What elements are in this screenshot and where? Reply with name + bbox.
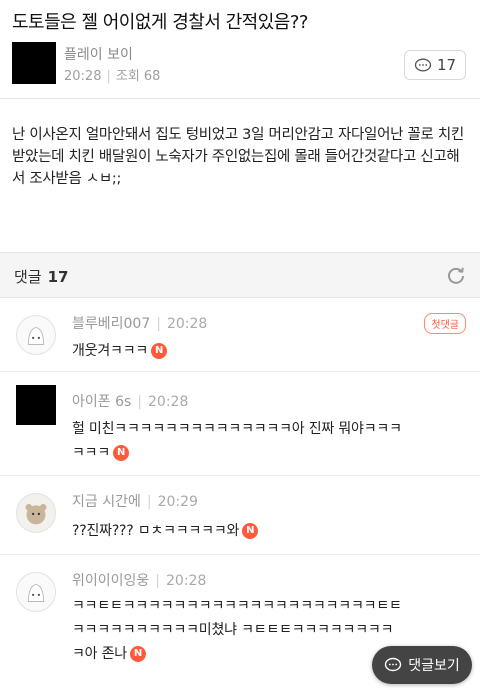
new-badge: N	[151, 343, 168, 359]
post-body: 난 이사온지 얼마안돼서 집도 텅비었고 3일 머리안감고 자다일어난 꼴로 치…	[12, 127, 464, 187]
commenter-avatar[interactable]	[16, 385, 56, 425]
comment-text: ??진짜??? ㅁㅊㅋㅋㅋㅋㅋ와 N	[72, 519, 472, 543]
comments-count: 17	[47, 268, 69, 286]
commenter-name[interactable]: 위이이이잉웅 | 20:28	[72, 570, 206, 590]
author-name[interactable]: 플레이 보이	[64, 44, 133, 64]
comments-header: 댓글 17	[0, 252, 480, 298]
first-comment-badge: 첫댓글	[424, 313, 466, 334]
author-avatar[interactable]	[12, 42, 56, 84]
commenter-avatar[interactable]	[16, 493, 56, 533]
commenter-name[interactable]: 아이폰 6s | 20:28	[72, 391, 188, 411]
comment-item: 아이폰 6s | 20:28 헐 미친ㅋㅋㅋㅋㅋㅋㅋㅋㅋㅋㅋㅋㅋㅋ아 진짜 뭐야ㅋㅋ…	[0, 373, 480, 476]
divider	[0, 98, 480, 99]
commenter-name[interactable]: 블루베리007 | 20:28	[72, 313, 207, 333]
comment-text: 개웃겨ㅋㅋㅋ N	[72, 339, 472, 363]
new-badge: N	[242, 523, 259, 539]
post-views: 조회 68	[115, 69, 161, 84]
new-badge: N	[129, 646, 146, 662]
comment-count: 17	[436, 56, 457, 74]
post-time: 20:28	[64, 69, 102, 84]
comments-header-label: 댓글 17	[14, 266, 68, 287]
commenter-avatar[interactable]	[16, 572, 56, 612]
author-block: 플레이 보이 20:28 | 조회 68 17	[12, 42, 468, 84]
comment-text: 헐 미친ㅋㅋㅋㅋㅋㅋㅋㅋㅋㅋㅋㅋㅋㅋ아 진짜 뭐야ㅋㅋㅋ ㅋㅋㅋ N	[72, 421, 402, 461]
comment-count-button[interactable]: 17	[404, 50, 466, 80]
post-title: 도토들은 젤 어이없게 경찰서 간적있음??	[12, 12, 308, 33]
commenter-avatar[interactable]	[16, 315, 56, 355]
meta-separator: |	[106, 69, 111, 84]
comment-bubble-icon	[414, 58, 432, 71]
comment-bubble-icon	[385, 657, 402, 672]
view-comments-button[interactable]: 댓글보기	[372, 646, 472, 684]
comment-item: 지금 시간에 | 20:29 ??진짜??? ㅁㅊㅋㅋㅋㅋㅋ와 N	[0, 477, 480, 555]
comments-label: 댓글	[14, 268, 42, 286]
view-comments-label: 댓글보기	[408, 658, 460, 674]
commenter-name[interactable]: 지금 시간에 | 20:29	[72, 491, 198, 511]
comment-item: 블루베리007 | 20:28 첫댓글 개웃겨ㅋㅋㅋ N	[0, 299, 480, 372]
post-meta: 20:28 | 조회 68	[64, 65, 160, 84]
refresh-icon[interactable]	[446, 265, 466, 285]
new-badge: N	[113, 445, 130, 461]
